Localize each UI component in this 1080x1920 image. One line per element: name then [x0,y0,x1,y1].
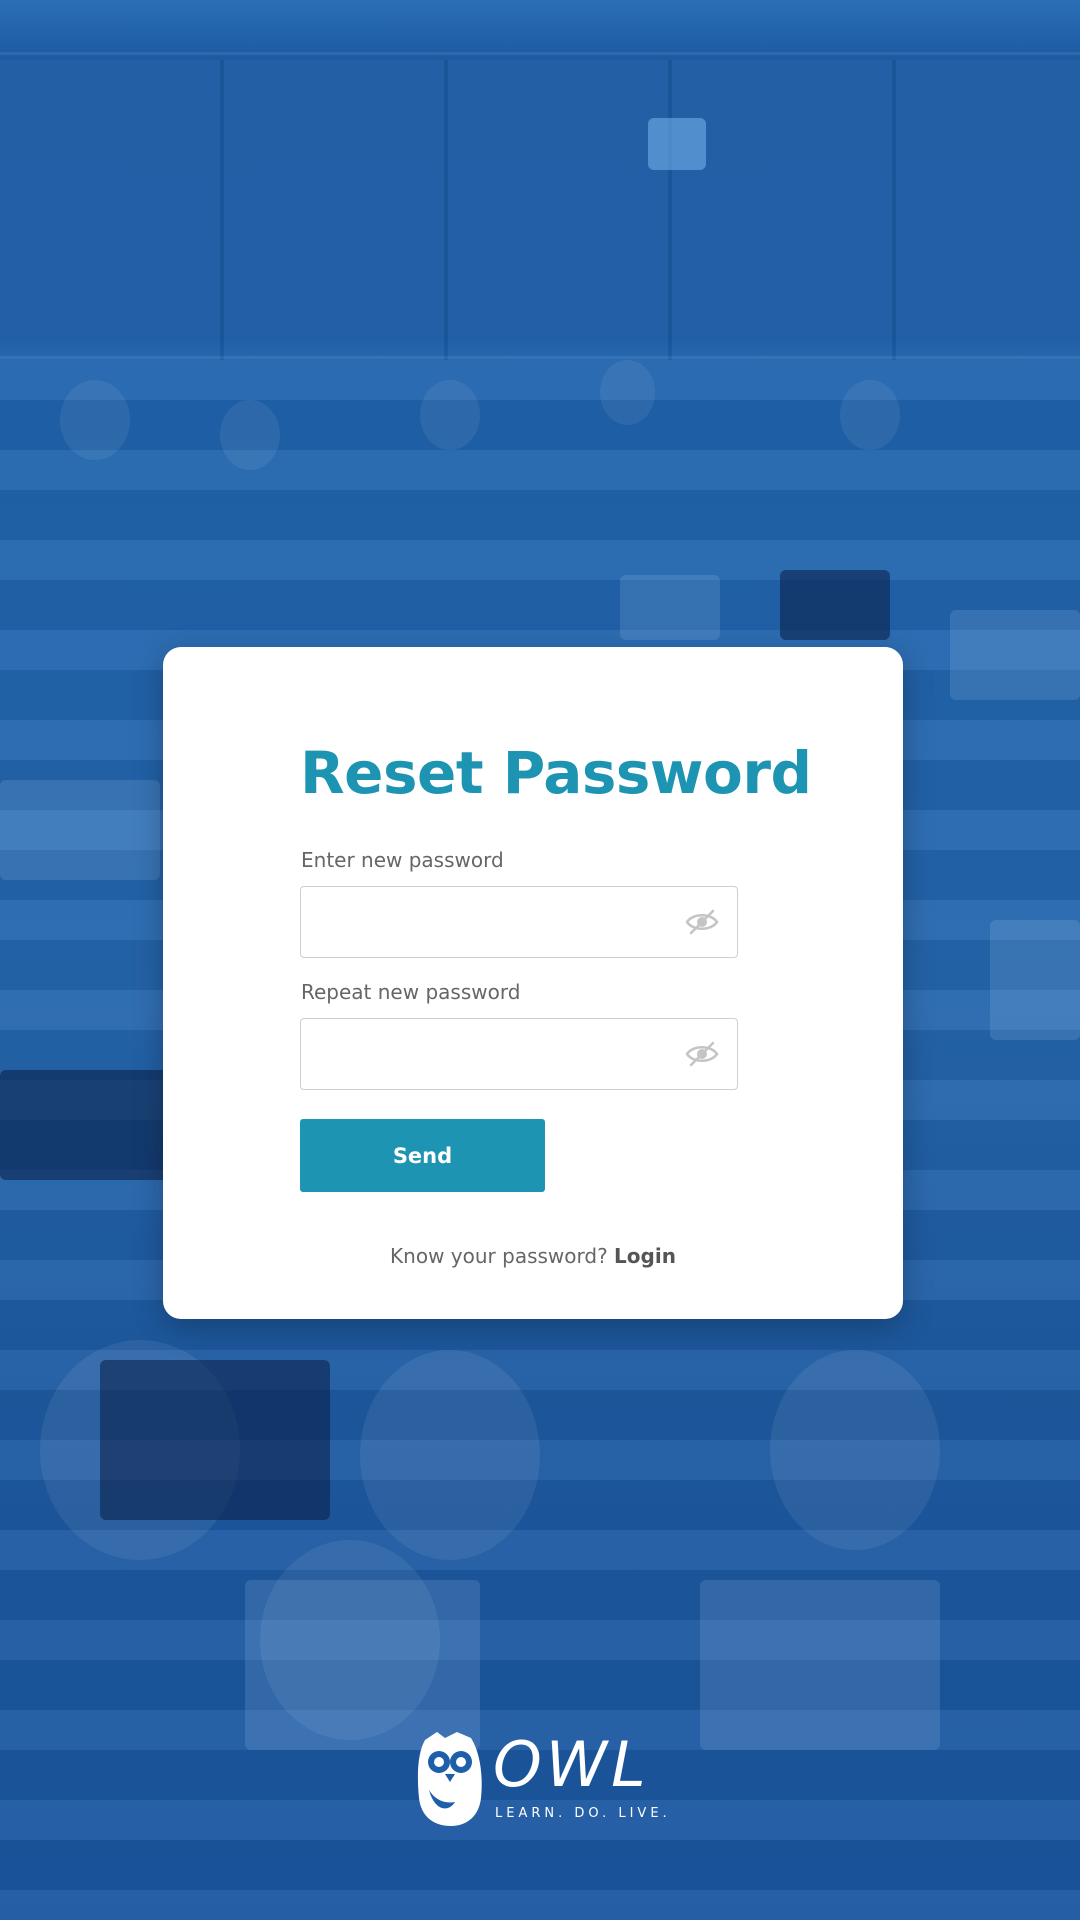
new-password-label: Enter new password [301,848,504,872]
eye-slash-icon[interactable] [685,1041,719,1067]
repeat-password-input[interactable] [301,1019,671,1089]
owl-logo: OWL LEARN. DO. LIVE. [415,1728,675,1828]
owl-icon [417,1732,482,1826]
login-link[interactable]: Login [614,1244,676,1268]
repeat-password-field[interactable] [300,1018,738,1090]
send-button[interactable]: Send [300,1119,545,1192]
login-prompt: Know your password? Login [163,1244,903,1268]
repeat-password-label: Repeat new password [301,980,521,1004]
brand-tagline: LEARN. DO. LIVE. [495,1806,671,1821]
login-prompt-text: Know your password? [390,1244,608,1268]
new-password-input[interactable] [301,887,671,957]
brand-name: OWL [493,1728,650,1801]
page-title: Reset Password [300,739,812,807]
eye-slash-icon[interactable] [685,909,719,935]
new-password-field[interactable] [300,886,738,958]
reset-password-card: Reset Password Enter new password Repeat… [163,647,903,1319]
